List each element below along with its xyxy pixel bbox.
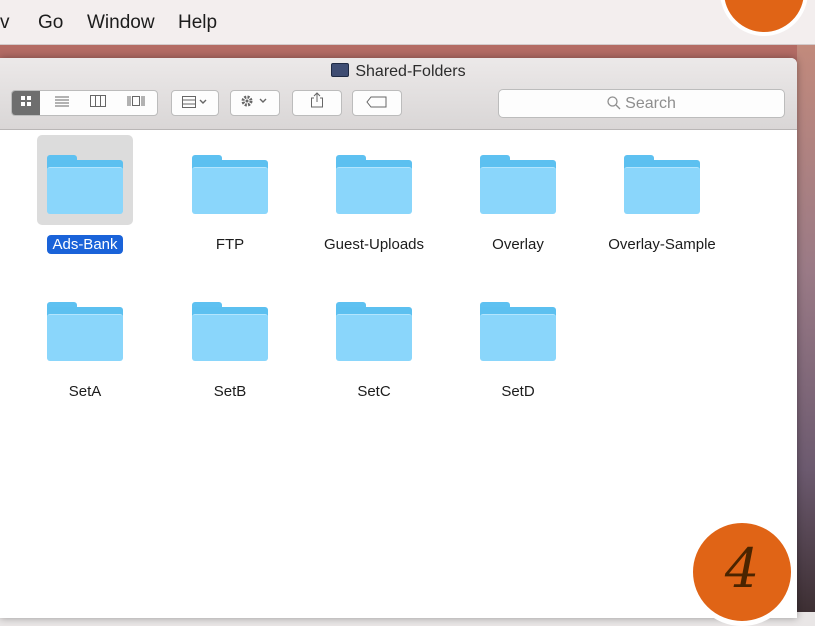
desktop-edge — [797, 44, 815, 612]
folder-name: SetC — [357, 383, 391, 400]
tag-icon — [366, 96, 387, 108]
folder-name: Ads-Bank — [47, 235, 123, 254]
menu-view[interactable]: v — [0, 12, 10, 34]
share-button[interactable] — [292, 90, 342, 116]
search-icon — [607, 96, 621, 110]
arrange-button[interactable] — [171, 90, 219, 116]
folder-item[interactable]: SetC — [314, 282, 434, 401]
window-titlebar: Shared-Folders Search — [0, 58, 797, 130]
menu-go[interactable]: Go — [38, 12, 63, 34]
server-disk-icon — [331, 63, 350, 77]
folder-item[interactable]: Overlay-Sample — [602, 135, 722, 254]
list-view-icon[interactable] — [48, 91, 76, 115]
menu-bar: v Go Window Help — [0, 0, 815, 45]
folder-name: Overlay — [492, 236, 544, 253]
folder-item[interactable]: SetD — [458, 282, 578, 401]
gear-icon — [241, 95, 267, 107]
folder-item[interactable]: FTP — [170, 135, 290, 254]
folder-name: Overlay-Sample — [608, 236, 716, 253]
folder-icon — [47, 302, 123, 361]
folder-name: SetB — [213, 383, 247, 400]
view-mode-segmented-control — [11, 90, 158, 116]
folder-item[interactable]: Overlay — [458, 135, 578, 254]
action-button[interactable] — [230, 90, 280, 116]
tag-button[interactable] — [352, 90, 402, 116]
folder-item[interactable]: Ads-Bank — [25, 135, 145, 254]
finder-window: Shared-Folders Search Ads-Bank FTP Guest… — [0, 58, 797, 618]
folder-selection-highlight — [37, 135, 133, 225]
share-icon — [311, 92, 323, 108]
folder-item[interactable]: SetB — [170, 282, 290, 401]
icon-view-icon[interactable] — [12, 91, 40, 115]
folder-icon — [192, 155, 268, 214]
folder-icon — [336, 155, 412, 214]
folder-icon — [47, 155, 123, 214]
file-grid: Ads-Bank FTP Guest-Uploads Overlay Overl… — [0, 130, 797, 618]
arrange-icon — [182, 96, 207, 108]
window-title-text: Shared-Folders — [355, 63, 466, 80]
folder-icon — [480, 302, 556, 361]
search-placeholder: Search — [625, 95, 676, 112]
folder-item[interactable]: SetA — [25, 282, 145, 401]
cover-flow-icon[interactable] — [122, 91, 150, 115]
folder-name: SetD — [501, 383, 535, 400]
search-field[interactable]: Search — [498, 89, 785, 118]
folder-item[interactable]: Guest-Uploads — [314, 135, 434, 254]
folder-name: SetA — [68, 383, 102, 400]
folder-icon — [624, 155, 700, 214]
menu-help[interactable]: Help — [178, 12, 217, 34]
folder-name: FTP — [215, 236, 245, 253]
folder-icon — [192, 302, 268, 361]
step-number-badge: 4 — [688, 518, 796, 626]
menu-window[interactable]: Window — [87, 12, 155, 34]
window-title: Shared-Folders — [0, 63, 797, 81]
column-view-icon[interactable] — [84, 91, 112, 115]
folder-icon — [480, 155, 556, 214]
folder-name: Guest-Uploads — [323, 236, 425, 253]
folder-icon — [336, 302, 412, 361]
